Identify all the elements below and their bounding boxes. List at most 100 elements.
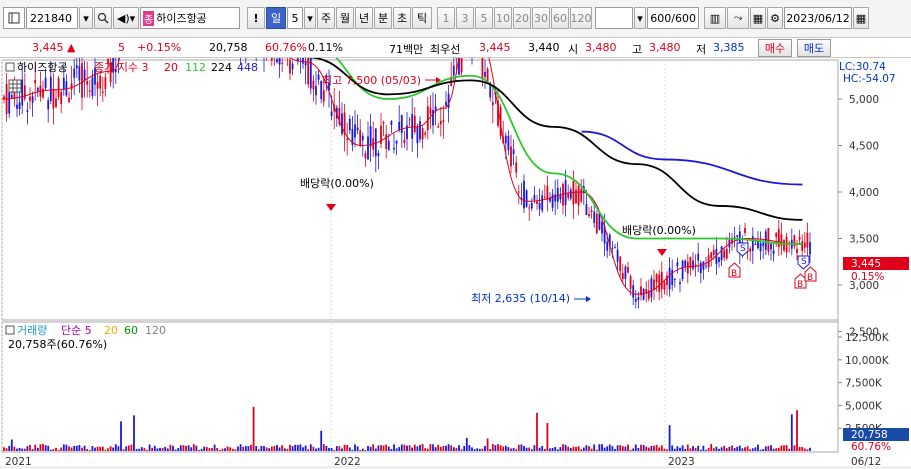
chart-type-icon[interactable]: ▥ (704, 7, 726, 29)
period-day-button[interactable]: 일 (266, 7, 286, 29)
candle-body (512, 149, 515, 155)
stock-name-field[interactable]: 종 하이즈항공 (140, 7, 240, 29)
period-month-button[interactable]: 월 (336, 7, 354, 29)
minute-20-button[interactable]: 20 (513, 7, 531, 29)
custom-minute-dropdown-icon[interactable]: ▾ (634, 7, 646, 29)
chart-area[interactable]: 7,0006,5006,0005,5005,0004,5004,0003,500… (0, 0, 911, 468)
volume-bar (140, 447, 143, 451)
volume-bar (114, 444, 117, 451)
sell-button[interactable]: 매도 (797, 39, 831, 57)
period-count-input[interactable]: 5 (287, 7, 303, 29)
candle-body (593, 211, 596, 223)
candle-body (699, 262, 702, 274)
volume-bar (413, 444, 416, 451)
volume-bar (359, 449, 362, 451)
period-second-button[interactable]: 초 (393, 7, 411, 29)
ask-price: 3,445 (479, 41, 511, 54)
volume-bar (757, 444, 759, 451)
volume-bar (81, 447, 83, 451)
candle-body (559, 194, 562, 200)
candle-body (796, 248, 798, 253)
minute-30-button[interactable]: 30 (532, 7, 550, 29)
candle-body (23, 85, 26, 99)
candle-body (390, 121, 393, 125)
candle-body (413, 115, 416, 132)
minute-5-button[interactable]: 5 (475, 7, 493, 29)
volume-bar (790, 414, 793, 451)
search-icon[interactable] (94, 7, 112, 29)
date-tick-label: 2023 (668, 456, 695, 466)
indicator-icon[interactable]: ⤳ (727, 7, 749, 29)
candle-body (650, 278, 653, 298)
candle-body (81, 63, 83, 98)
candle-body (455, 52, 458, 59)
volume-bar (660, 445, 663, 451)
volume-bar (18, 447, 21, 451)
period-year-button[interactable]: 년 (355, 7, 373, 29)
chart-menu-icon[interactable] (3, 7, 25, 29)
volume-bar (91, 446, 94, 451)
volume-bar (572, 446, 575, 451)
grid-toggle-icon[interactable] (8, 79, 22, 93)
volume-bar (523, 446, 525, 451)
volume-bar (663, 448, 666, 451)
stock-code-input[interactable]: 221840 (26, 7, 78, 29)
volume-bar (486, 438, 489, 451)
candle-body (86, 80, 89, 85)
buy-button[interactable]: 매수 (758, 39, 792, 57)
date-input[interactable]: 2023/06/12 (784, 7, 852, 29)
grid-icon[interactable]: ▦ (750, 7, 766, 29)
candle-body (637, 296, 640, 300)
code-dropdown-icon[interactable]: ▾ (79, 7, 93, 29)
volume-bar (426, 448, 429, 451)
volume-bar (273, 446, 276, 451)
volume-bar (130, 444, 133, 451)
volume-bar (562, 444, 564, 451)
volume-bar (278, 447, 281, 451)
volume-bar (281, 445, 284, 451)
settings-gear-icon[interactable]: ⚙ (767, 7, 783, 29)
custom-minute-input[interactable] (595, 7, 633, 29)
speaker-icon[interactable]: ◀)▾ (113, 7, 139, 29)
period-week-button[interactable]: 주 (317, 7, 335, 29)
date-tick-label: 06/12 (851, 456, 881, 466)
alert-icon[interactable]: ! (247, 7, 265, 29)
candle-body (567, 193, 570, 198)
candle-body (377, 152, 380, 157)
candle-body (718, 257, 720, 263)
volume-bar (627, 444, 629, 451)
candle-body (536, 201, 538, 204)
volume-bar (666, 449, 668, 451)
candle-body (762, 242, 765, 247)
minute-10-button[interactable]: 10 (494, 7, 512, 29)
volume-bar (611, 446, 614, 451)
volume-bar (268, 448, 271, 451)
candle-body (439, 120, 442, 125)
volume-bar (200, 448, 203, 451)
period-tick-button[interactable]: 틱 (412, 7, 432, 29)
minute-60-button[interactable]: 60 (551, 7, 569, 29)
count-field[interactable]: 600/600 (647, 7, 699, 29)
volume-bar (697, 445, 700, 451)
candle-body (523, 180, 525, 209)
candle-body (387, 140, 390, 151)
price-tick-label: 5,500 (849, 58, 879, 60)
period-dropdown-icon[interactable]: ▾ (304, 7, 316, 29)
volume-bar (369, 446, 372, 451)
volume-bar (348, 447, 351, 451)
volume-bar (5, 448, 8, 451)
max-price-label: 최고 7,500 (05/03) (322, 74, 421, 87)
minute-1-button[interactable]: 1 (437, 7, 455, 29)
calendar-icon[interactable]: ▦ (853, 7, 869, 29)
volume-bar (29, 444, 31, 451)
minute-120-button[interactable]: 120 (570, 7, 592, 29)
volume-bar (668, 425, 671, 451)
minute-3-button[interactable]: 3 (456, 7, 474, 29)
volume-bar (411, 447, 414, 451)
volume-bar (616, 445, 619, 451)
candle-body (611, 247, 614, 249)
volume-bar (218, 449, 221, 451)
period-minute-button[interactable]: 분 (374, 7, 392, 29)
volume-bar (211, 448, 213, 451)
price-chart[interactable]: 7,0006,5006,0005,5005,0004,5004,0003,500… (0, 0, 911, 468)
